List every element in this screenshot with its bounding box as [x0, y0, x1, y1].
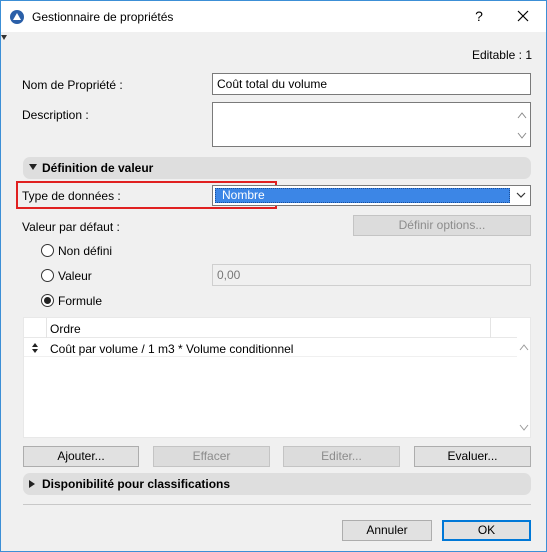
- section-classification-availability[interactable]: Disponibilité pour classifications: [23, 473, 531, 495]
- close-icon: [517, 10, 529, 22]
- edit-button[interactable]: Editer...: [283, 446, 400, 467]
- cancel-button[interactable]: Annuler: [342, 520, 432, 541]
- ok-button[interactable]: OK: [442, 520, 531, 541]
- order-column-header[interactable]: Ordre: [50, 322, 81, 336]
- section-value-definition[interactable]: Définition de valeur: [23, 157, 531, 179]
- property-manager-dialog: Gestionnaire de propriétés ? Editable : …: [0, 0, 547, 552]
- data-type-value: Nombre: [215, 188, 510, 203]
- list-item[interactable]: Coût par volume / 1 m3 * Volume conditio…: [24, 339, 517, 357]
- scroll-down-icon[interactable]: [517, 132, 527, 140]
- archicad-app-icon: [10, 10, 24, 24]
- list-header: Ordre: [24, 318, 517, 338]
- section-value-definition-label: Définition de valeur: [42, 161, 154, 175]
- chevron-down-icon: [516, 192, 526, 198]
- add-button[interactable]: Ajouter...: [23, 446, 139, 467]
- property-name-input[interactable]: Coût total du volume: [212, 73, 531, 95]
- expand-triangle-icon: [29, 480, 35, 488]
- header-separator: [490, 318, 491, 338]
- list-item-text: Coût par volume / 1 m3 * Volume conditio…: [50, 342, 294, 356]
- description-label: Description :: [22, 108, 89, 122]
- editable-count: Editable : 1: [471, 48, 532, 62]
- default-value-label: Valeur par défaut :: [22, 220, 120, 234]
- default-value-input[interactable]: 0,00: [212, 264, 531, 286]
- radio-value[interactable]: [41, 269, 54, 282]
- description-input[interactable]: [212, 102, 531, 147]
- radio-undefined-label: Non défini: [58, 244, 113, 258]
- close-button[interactable]: [511, 5, 535, 27]
- property-name-label: Nom de Propriété :: [22, 78, 123, 92]
- title-bar: Gestionnaire de propriétés ?: [1, 1, 546, 32]
- radio-formula[interactable]: [41, 294, 54, 307]
- radio-formula-label: Formule: [58, 294, 103, 308]
- reorder-handle-icon[interactable]: [31, 342, 39, 354]
- scroll-up-icon[interactable]: [519, 343, 529, 351]
- scroll-down-icon[interactable]: [519, 424, 529, 432]
- scroll-up-icon[interactable]: [517, 111, 527, 119]
- data-type-select[interactable]: Nombre: [212, 185, 531, 206]
- radio-undefined[interactable]: [41, 244, 54, 257]
- delete-button[interactable]: Effacer: [153, 446, 270, 467]
- radio-value-label: Valeur: [58, 269, 92, 283]
- evaluate-button[interactable]: Evaluer...: [414, 446, 531, 467]
- footer-divider: [23, 504, 531, 505]
- window-title: Gestionnaire de propriétés: [32, 10, 174, 24]
- header-separator: [46, 318, 47, 338]
- define-options-button[interactable]: Définir options...: [353, 215, 531, 236]
- section-classification-label: Disponibilité pour classifications: [42, 477, 231, 491]
- side-panel-arrow-icon[interactable]: [1, 35, 7, 41]
- expand-triangle-icon: [29, 164, 37, 170]
- formula-list[interactable]: Ordre Coût par volume / 1 m3 * Volume co…: [23, 317, 531, 438]
- help-button[interactable]: ?: [467, 5, 491, 27]
